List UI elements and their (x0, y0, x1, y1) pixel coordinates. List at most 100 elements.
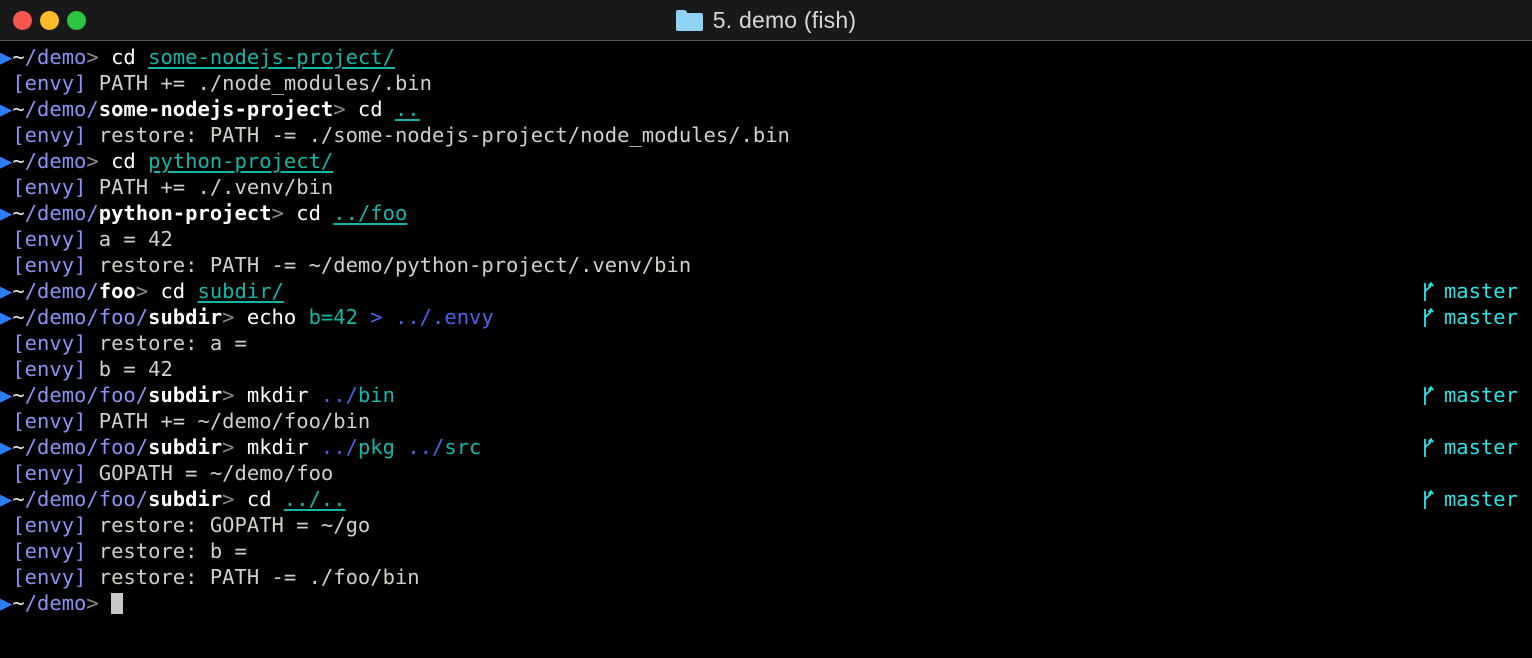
prompt-home: ~ (12, 45, 25, 69)
terminal-command-line: ▶~/demo/foo/subdir> mkdir ../pkg ../src m… (0, 434, 1532, 460)
git-branch-indicator: master (1421, 434, 1518, 460)
prompt-arrow-icon: ▶ (0, 305, 13, 329)
prompt-path: /demo (24, 591, 87, 615)
terminal-output: ▶~/demo> cd some-nodejs-project/ [envy] … (0, 44, 1532, 616)
output-indent (0, 539, 12, 563)
git-branch-icon (1424, 282, 1434, 301)
output-indent (0, 227, 12, 251)
terminal-active-prompt: ▶~/demo> (0, 590, 1532, 616)
terminal-command-line: ▶~/demo> cd python-project/ (0, 148, 1532, 174)
minimize-button[interactable] (40, 10, 59, 30)
output-indent (0, 331, 12, 355)
terminal-output-line: [envy] PATH += ~/demo/foo/bin (0, 408, 1532, 434)
prompt-separator: > (271, 201, 284, 225)
block-cursor[interactable] (111, 593, 124, 614)
prompt-arrow-icon: ▶ (0, 149, 13, 173)
command-content: ▶~/demo/foo/subdir> cd ../.. (0, 486, 346, 512)
output-indent (0, 409, 12, 433)
terminal-command-line: ▶~/demo/foo/subdir> cd ../.. master (0, 486, 1532, 512)
prompt-home: ~ (12, 149, 25, 173)
git-branch-label: master (1443, 279, 1518, 303)
maximize-button[interactable] (67, 10, 86, 30)
output-content: [envy] restore: PATH -= ./some-nodejs-pr… (0, 122, 790, 148)
prompt-arrow-icon: ▶ (0, 45, 13, 69)
command-value: b=42 (308, 305, 358, 329)
terminal-command-line: ▶~/demo/foo/subdir> echo b=42 > ../.envy… (0, 304, 1532, 330)
close-button[interactable] (13, 10, 32, 30)
git-branch-label: master (1443, 487, 1518, 511)
command-name: cd (98, 149, 149, 173)
output-text: restore: PATH -= ./some-nodejs-project/n… (86, 123, 790, 147)
command-argument: subdir/ (197, 279, 284, 303)
prompt-arrow-icon: ▶ (0, 201, 13, 225)
command-argument2-prefix: ../ (407, 435, 445, 459)
prompt-arrow-icon: ▶ (0, 279, 13, 303)
output-text: restore: a = (86, 331, 247, 355)
output-text: GOPATH = ~/demo/foo (86, 461, 334, 485)
prompt-home: ~ (12, 279, 25, 303)
terminal-output-line: [envy] restore: a = (0, 330, 1532, 356)
output-indent (0, 513, 12, 537)
command-content: ▶~/demo/foo/subdir> echo b=42 > ../.envy (0, 304, 494, 330)
prompt-separator: > (222, 383, 235, 407)
git-branch-icon (1424, 490, 1434, 509)
command-name: cd (234, 487, 284, 511)
terminal-command-line: ▶~/demo/some-nodejs-project> cd .. (0, 96, 1532, 122)
output-text: restore: PATH -= ./foo/bin (86, 565, 420, 589)
prompt-cwd: python-project (98, 201, 272, 225)
command-argument: python-project/ (148, 149, 334, 173)
prompt-home: ~ (12, 305, 25, 329)
envy-tag: [envy] (12, 175, 87, 199)
prompt-cwd: subdir (148, 435, 223, 459)
git-branch-indicator: master (1421, 486, 1518, 512)
envy-tag: [envy] (12, 227, 87, 251)
git-branch-indicator: master (1421, 304, 1518, 330)
envy-tag: [envy] (12, 357, 87, 381)
command-content: ▶~/demo> cd some-nodejs-project/ (0, 44, 395, 70)
prompt-arrow-icon: ▶ (0, 435, 13, 459)
output-content: [envy] restore: b = (0, 538, 247, 564)
title-bar: 5. demo (fish) (0, 0, 1532, 41)
envy-tag: [envy] (12, 513, 87, 537)
output-content: [envy] restore: GOPATH = ~/go (0, 512, 370, 538)
command-name: cd (148, 279, 198, 303)
prompt-arrow-icon: ▶ (0, 591, 13, 615)
command-content: ▶~/demo/some-nodejs-project> cd .. (0, 96, 420, 122)
output-text: restore: b = (86, 539, 247, 563)
output-indent (0, 123, 12, 147)
prompt-home: ~ (12, 487, 25, 511)
command-argument: some-nodejs-project/ (148, 45, 395, 69)
prompt-cwd: some-nodejs-project (98, 97, 334, 121)
terminal-output-line: [envy] PATH += ./node_modules/.bin (0, 70, 1532, 96)
prompt-home: ~ (12, 97, 25, 121)
output-content: [envy] restore: PATH -= ./foo/bin (0, 564, 420, 590)
terminal-output-line: [envy] restore: b = (0, 538, 1532, 564)
command-content: ▶~/demo/foo> cd subdir/ (0, 278, 284, 304)
command-argument: ../.. (283, 487, 346, 511)
command-content: ▶~/demo> cd python-project/ (0, 148, 333, 174)
terminal-command-line: ▶~/demo/foo> cd subdir/master (0, 278, 1532, 304)
prompt-path: /demo/foo/ (24, 305, 149, 329)
envy-tag: [envy] (12, 539, 87, 563)
terminal-command-line: ▶~/demo/python-project> cd ../foo (0, 200, 1532, 226)
prompt-separator: > (333, 97, 346, 121)
window-title: 5. demo (fish) (712, 6, 857, 33)
command-argument-suffix: bin (357, 383, 395, 407)
command-argument1-prefix: ../ (320, 435, 358, 459)
output-content: [envy] PATH += ./node_modules/.bin (0, 70, 432, 96)
command-argument-prefix: ../ (320, 383, 358, 407)
output-indent (0, 357, 12, 381)
prompt-home: ~ (12, 435, 25, 459)
terminal-body[interactable]: ▶~/demo> cd some-nodejs-project/ [envy] … (0, 41, 1532, 658)
redirect-target: ../.envy (394, 305, 494, 329)
prompt-path: /demo/foo/ (24, 487, 149, 511)
terminal-output-line: [envy] restore: PATH -= ./some-nodejs-pr… (0, 122, 1532, 148)
output-indent (0, 71, 12, 95)
terminal-output-line: [envy] b = 42 (0, 356, 1532, 382)
prompt-home: ~ (12, 201, 25, 225)
terminal-command-line: ▶~/demo> cd some-nodejs-project/ (0, 44, 1532, 70)
redirect-operator: > (357, 305, 395, 329)
envy-tag: [envy] (12, 331, 87, 355)
command-name: cd (345, 97, 395, 121)
